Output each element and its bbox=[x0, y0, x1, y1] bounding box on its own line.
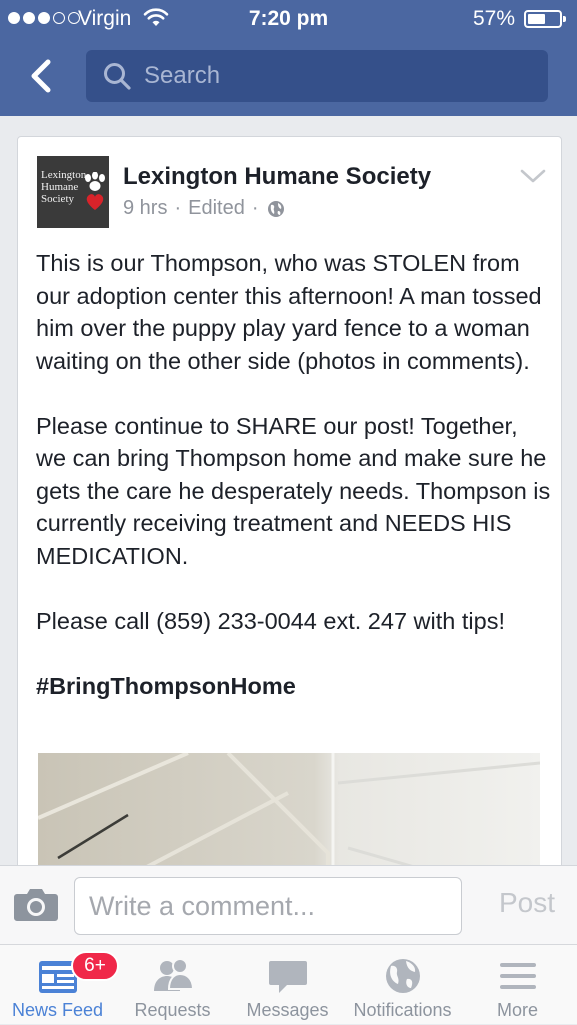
tab-news-feed[interactable]: 6+ News Feed bbox=[0, 945, 119, 1025]
hashtag-link[interactable]: #BringThompsonHome bbox=[36, 670, 551, 703]
tab-more[interactable]: More bbox=[460, 945, 575, 1025]
avatar-logo-text: Lexington Humane Society bbox=[41, 169, 87, 205]
post-paragraph: Please continue to SHARE our post! Toget… bbox=[36, 412, 551, 569]
messages-icon bbox=[268, 961, 307, 993]
menu-icon bbox=[499, 963, 536, 989]
comment-input[interactable] bbox=[74, 877, 462, 935]
edited-label[interactable]: Edited bbox=[188, 197, 245, 220]
tab-notifications[interactable]: Notifications bbox=[345, 945, 460, 1025]
meta-separator: · bbox=[251, 197, 259, 219]
search-input[interactable] bbox=[144, 50, 534, 102]
bottom-tab-bar: 6+ News Feed Requests Messages Notificat… bbox=[0, 944, 577, 1024]
page-avatar[interactable]: Lexington Humane Society bbox=[37, 156, 109, 228]
battery-icon bbox=[524, 10, 566, 28]
top-navigation-bar: Virgin 7:20 pm 57% bbox=[0, 0, 577, 116]
back-button[interactable] bbox=[18, 52, 66, 100]
post-time[interactable]: 9 hrs bbox=[123, 197, 167, 220]
search-icon bbox=[104, 63, 131, 90]
tab-messages[interactable]: Messages bbox=[230, 945, 345, 1025]
post-text: This is our Thompson, who was STOLEN fro… bbox=[36, 247, 551, 702]
chevron-down-icon[interactable] bbox=[519, 167, 547, 185]
meta-separator: · bbox=[174, 197, 182, 219]
post-comment-button[interactable]: Post bbox=[499, 887, 555, 919]
tab-label: Messages bbox=[246, 1000, 329, 1020]
globe-icon bbox=[385, 959, 420, 993]
tab-label: Requests bbox=[134, 1000, 211, 1020]
tab-requests[interactable]: Requests bbox=[115, 945, 230, 1025]
paw-heart-logo-icon bbox=[85, 172, 105, 210]
globe-icon bbox=[267, 200, 284, 217]
camera-icon[interactable] bbox=[13, 886, 59, 922]
post-meta: 9 hrs · Edited · bbox=[123, 197, 285, 220]
comment-composer: Post bbox=[0, 865, 577, 945]
battery-percentage: 57% bbox=[472, 7, 515, 30]
post-paragraph: This is our Thompson, who was STOLEN fro… bbox=[36, 250, 542, 374]
notification-badge: 6+ bbox=[71, 951, 119, 981]
battery-nub bbox=[563, 16, 566, 22]
search-bar[interactable] bbox=[86, 50, 548, 102]
friend-requests-icon bbox=[153, 958, 194, 991]
tab-label: News Feed bbox=[11, 1000, 104, 1020]
page-name-link[interactable]: Lexington Humane Society bbox=[123, 163, 431, 191]
tab-label: Notifications bbox=[353, 1000, 452, 1020]
battery-level bbox=[528, 14, 545, 24]
post-card: Lexington Humane Society Lexington Humane … bbox=[17, 136, 562, 888]
status-bar: Virgin 7:20 pm 57% bbox=[0, 0, 577, 40]
post-paragraph: Please call (859) 233-0044 ext. 247 with… bbox=[36, 607, 505, 634]
tab-label: More bbox=[496, 1000, 538, 1020]
